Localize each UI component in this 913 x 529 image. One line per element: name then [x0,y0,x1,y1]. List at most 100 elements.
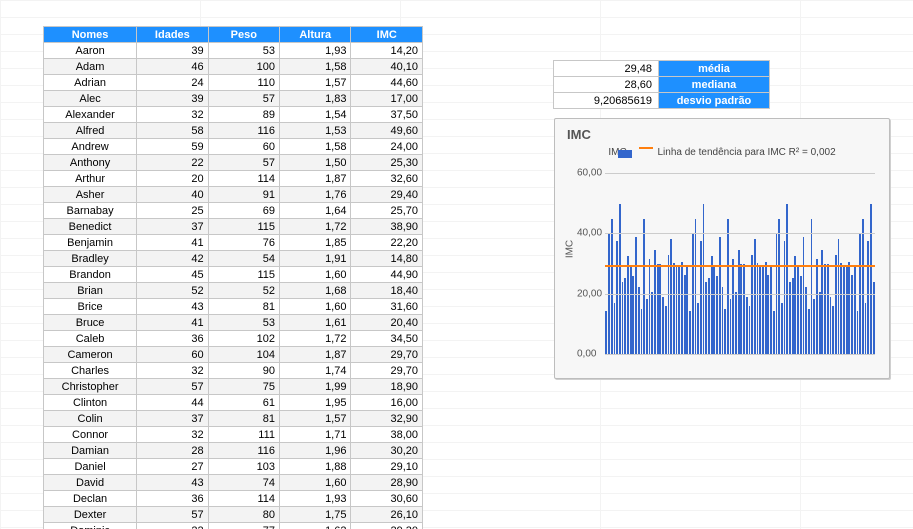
cell-value[interactable]: 58 [137,123,208,139]
table-row[interactable]: Declan361141,9330,60 [44,491,423,507]
cell-value[interactable]: 80 [208,507,279,523]
cell-value[interactable]: 91 [208,187,279,203]
cell-value[interactable]: 60 [208,139,279,155]
table-row[interactable]: Adrian241101,5744,60 [44,75,423,91]
table-row[interactable]: Aaron39531,9314,20 [44,43,423,59]
cell-value[interactable]: 1,71 [280,427,351,443]
cell-value[interactable]: 60 [137,347,208,363]
table-row[interactable]: Alec39571,8317,00 [44,91,423,107]
cell-value[interactable]: 17,00 [351,91,423,107]
cell-value[interactable]: 1,58 [280,139,351,155]
table-row[interactable]: Alexander32891,5437,50 [44,107,423,123]
cell-name[interactable]: Brice [44,299,137,315]
cell-value[interactable]: 114 [208,171,279,187]
table-row[interactable]: Dexter57801,7526,10 [44,507,423,523]
cell-value[interactable]: 44,60 [351,75,423,91]
cell-value[interactable]: 1,62 [280,523,351,529]
cell-value[interactable]: 90 [208,363,279,379]
cell-value[interactable]: 43 [137,475,208,491]
cell-value[interactable]: 28 [137,443,208,459]
cell-value[interactable]: 22 [137,523,208,529]
cell-value[interactable]: 1,83 [280,91,351,107]
cell-value[interactable]: 57 [208,155,279,171]
cell-value[interactable]: 30,20 [351,443,423,459]
cell-value[interactable]: 1,93 [280,491,351,507]
cell-value[interactable]: 53 [208,43,279,59]
cell-value[interactable]: 1,58 [280,59,351,75]
cell-value[interactable]: 41 [137,315,208,331]
cell-value[interactable]: 32 [137,363,208,379]
cell-value[interactable]: 1,96 [280,443,351,459]
cell-value[interactable]: 100 [208,59,279,75]
cell-value[interactable]: 110 [208,75,279,91]
cell-value[interactable]: 52 [208,283,279,299]
cell-value[interactable]: 39 [137,91,208,107]
cell-value[interactable]: 22,20 [351,235,423,251]
table-row[interactable]: Brian52521,6818,40 [44,283,423,299]
table-row[interactable]: Adam461001,5840,10 [44,59,423,75]
table-row[interactable]: Cameron601041,8729,70 [44,347,423,363]
stat-media-value[interactable]: 29,48 [554,61,659,77]
table-row[interactable]: Bruce41531,6120,40 [44,315,423,331]
cell-value[interactable]: 116 [208,443,279,459]
cell-value[interactable]: 1,91 [280,251,351,267]
cell-value[interactable]: 53 [208,315,279,331]
cell-value[interactable]: 81 [208,299,279,315]
cell-value[interactable]: 37,50 [351,107,423,123]
cell-value[interactable]: 29,10 [351,459,423,475]
cell-value[interactable]: 1,88 [280,459,351,475]
table-row[interactable]: Connor321111,7138,00 [44,427,423,443]
cell-value[interactable]: 1,72 [280,331,351,347]
cell-value[interactable]: 75 [208,379,279,395]
cell-value[interactable]: 54 [208,251,279,267]
table-row[interactable]: Benjamin41761,8522,20 [44,235,423,251]
cell-name[interactable]: Benjamin [44,235,137,251]
cell-value[interactable]: 1,68 [280,283,351,299]
cell-value[interactable]: 25,70 [351,203,423,219]
table-row[interactable]: Clinton44611,9516,00 [44,395,423,411]
cell-value[interactable]: 38,90 [351,219,423,235]
cell-value[interactable]: 34,50 [351,331,423,347]
cell-value[interactable]: 25,30 [351,155,423,171]
table-row[interactable]: Barnabay25691,6425,70 [44,203,423,219]
table-row[interactable]: Andrew59601,5824,00 [44,139,423,155]
cell-name[interactable]: Alec [44,91,137,107]
cell-value[interactable]: 32 [137,107,208,123]
cell-value[interactable]: 44 [137,395,208,411]
cell-name[interactable]: Anthony [44,155,137,171]
cell-name[interactable]: Arthur [44,171,137,187]
cell-name[interactable]: Alexander [44,107,137,123]
cell-value[interactable]: 32,90 [351,411,423,427]
cell-value[interactable]: 1,57 [280,75,351,91]
cell-value[interactable]: 1,85 [280,235,351,251]
table-row[interactable]: Bradley42541,9114,80 [44,251,423,267]
cell-value[interactable]: 57 [137,507,208,523]
stats-table[interactable]: 29,48 média 28,60 mediana 9,20685619 des… [553,60,770,109]
cell-value[interactable]: 76 [208,235,279,251]
cell-value[interactable]: 20 [137,171,208,187]
cell-value[interactable]: 1,87 [280,347,351,363]
cell-value[interactable]: 69 [208,203,279,219]
cell-value[interactable]: 1,72 [280,219,351,235]
col-header-nomes[interactable]: Nomes [44,27,137,43]
cell-value[interactable]: 36 [137,331,208,347]
cell-value[interactable]: 37 [137,219,208,235]
cell-name[interactable]: Christopher [44,379,137,395]
cell-value[interactable]: 115 [208,267,279,283]
cell-value[interactable]: 114 [208,491,279,507]
cell-name[interactable]: Caleb [44,331,137,347]
cell-value[interactable]: 14,20 [351,43,423,59]
cell-name[interactable]: David [44,475,137,491]
cell-name[interactable]: Adam [44,59,137,75]
imc-table[interactable]: NomesIdadesPesoAlturaIMC Aaron39531,9314… [43,26,423,529]
cell-name[interactable]: Brian [44,283,137,299]
cell-value[interactable]: 28,90 [351,475,423,491]
cell-value[interactable]: 29,70 [351,363,423,379]
cell-value[interactable]: 24,00 [351,139,423,155]
cell-value[interactable]: 22 [137,155,208,171]
cell-name[interactable]: Aaron [44,43,137,59]
table-row[interactable]: Christopher57751,9918,90 [44,379,423,395]
cell-value[interactable]: 27 [137,459,208,475]
cell-name[interactable]: Declan [44,491,137,507]
cell-name[interactable]: Cameron [44,347,137,363]
